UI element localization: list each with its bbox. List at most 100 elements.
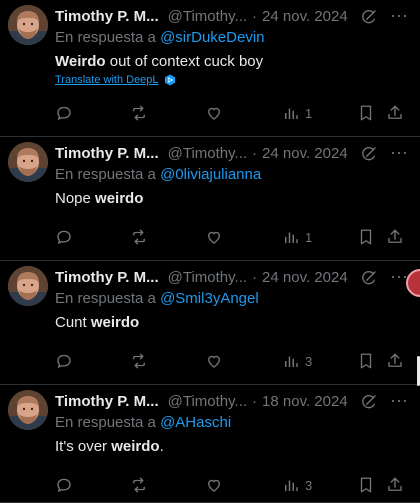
tweet-actions: 3 bbox=[0, 475, 420, 497]
views-count: 1 bbox=[305, 229, 313, 245]
tweet-text: Nope weirdo bbox=[55, 190, 143, 207]
like-button[interactable] bbox=[205, 103, 223, 123]
share-button[interactable] bbox=[386, 227, 404, 247]
reply-mention-link[interactable]: @sirDukeDevin bbox=[160, 29, 264, 46]
like-icon bbox=[205, 476, 223, 494]
repost-button[interactable] bbox=[130, 475, 148, 495]
tweet-header: Timothy P. M... @Timothy... · 18 nov. 2024 ·… bbox=[55, 391, 420, 411]
reply-context: En respuesta a @Smil3yAngel bbox=[55, 290, 259, 307]
avatar[interactable] bbox=[8, 390, 48, 430]
views-button[interactable]: 1 bbox=[282, 227, 312, 247]
tweet-actions: 3 bbox=[0, 351, 420, 373]
author-name[interactable]: Timothy P. M... bbox=[55, 8, 159, 25]
more-icon[interactable]: ··· bbox=[386, 143, 412, 163]
author-handle[interactable]: @Timothy... bbox=[168, 8, 247, 25]
tweet[interactable]: Timothy P. M... @Timothy... · 24 nov. 2024 ·… bbox=[0, 261, 420, 385]
views-button[interactable]: 3 bbox=[282, 351, 312, 371]
bookmark-button[interactable] bbox=[357, 351, 375, 371]
reply-button[interactable] bbox=[55, 227, 73, 247]
tweet-text-segment: weirdo bbox=[90, 314, 140, 331]
reply-button[interactable] bbox=[55, 103, 73, 123]
translate-link[interactable]: Translate with DeepL bbox=[55, 74, 176, 86]
grok-icon[interactable] bbox=[360, 145, 378, 163]
reply-button[interactable] bbox=[55, 475, 73, 495]
author-name[interactable]: Timothy P. M... bbox=[55, 145, 159, 162]
post-date[interactable]: 24 nov. 2024 bbox=[262, 8, 348, 25]
tweet-text-segment: Cunt bbox=[55, 314, 91, 331]
deepl-icon bbox=[164, 74, 176, 86]
tweet-text-segment: Nope bbox=[55, 190, 96, 207]
avatar[interactable] bbox=[8, 142, 48, 182]
bookmark-button[interactable] bbox=[357, 103, 375, 123]
repost-icon bbox=[130, 104, 148, 122]
avatar[interactable] bbox=[8, 266, 48, 306]
bookmark-button[interactable] bbox=[357, 227, 375, 247]
views-icon bbox=[282, 228, 300, 246]
post-date[interactable]: 24 nov. 2024 bbox=[262, 269, 348, 286]
share-icon bbox=[386, 228, 404, 246]
reply-mention-link[interactable]: @Smil3yAngel bbox=[160, 290, 259, 307]
more-icon[interactable]: ··· bbox=[386, 6, 412, 26]
like-button[interactable] bbox=[205, 475, 223, 495]
tweet-text-segment: weirdo bbox=[111, 438, 160, 455]
repost-icon bbox=[130, 228, 148, 246]
author-handle[interactable]: @Timothy... bbox=[168, 269, 247, 286]
tweet[interactable]: Timothy P. M... @Timothy... · 24 nov. 2024 ·… bbox=[0, 137, 420, 261]
grok-icon[interactable] bbox=[360, 269, 378, 287]
tweet-header: Timothy P. M... @Timothy... · 24 nov. 2024 ·… bbox=[55, 6, 420, 26]
post-date[interactable]: 24 nov. 2024 bbox=[262, 145, 348, 162]
tweet-text-segment: weirdo bbox=[95, 190, 144, 207]
views-button[interactable]: 1 bbox=[282, 103, 312, 123]
tweet-text-segment: Weirdo bbox=[55, 53, 106, 70]
share-button[interactable] bbox=[386, 475, 404, 495]
tweet-text-segment: It's over bbox=[55, 438, 112, 455]
tweet[interactable]: Timothy P. M... @Timothy... · 18 nov. 2024 ·… bbox=[0, 385, 420, 503]
reply-mention-link[interactable]: @0liviajulianna bbox=[160, 166, 261, 183]
views-button[interactable]: 3 bbox=[282, 475, 312, 495]
views-count: 3 bbox=[305, 353, 313, 369]
bookmark-button[interactable] bbox=[357, 475, 375, 495]
share-button[interactable] bbox=[386, 351, 404, 371]
like-icon bbox=[205, 228, 223, 246]
like-button[interactable] bbox=[205, 227, 223, 247]
separator-dot: · bbox=[252, 7, 258, 25]
separator-dot: · bbox=[252, 392, 258, 410]
share-button[interactable] bbox=[386, 103, 404, 123]
more-icon[interactable]: ··· bbox=[386, 391, 412, 411]
grok-icon[interactable] bbox=[360, 393, 378, 411]
repost-icon bbox=[130, 352, 148, 370]
reply-button[interactable] bbox=[55, 351, 73, 371]
reply-prefix: En respuesta a bbox=[55, 290, 156, 307]
views-icon bbox=[282, 104, 300, 122]
author-handle[interactable]: @Timothy... bbox=[168, 393, 247, 410]
repost-button[interactable] bbox=[130, 103, 148, 123]
views-count: 3 bbox=[305, 477, 313, 493]
reply-icon bbox=[55, 352, 73, 370]
separator-dot: · bbox=[252, 144, 258, 162]
tweet-header: Timothy P. M... @Timothy... · 24 nov. 2024 ·… bbox=[55, 267, 420, 287]
author-name[interactable]: Timothy P. M... bbox=[55, 269, 159, 286]
tweet-actions: 1 bbox=[0, 227, 420, 249]
repost-icon bbox=[130, 476, 148, 494]
like-icon bbox=[205, 104, 223, 122]
tweet-text-segment: out of context cuck boy bbox=[105, 53, 264, 70]
post-date[interactable]: 18 nov. 2024 bbox=[262, 393, 348, 410]
reply-prefix: En respuesta a bbox=[55, 166, 156, 183]
tweet[interactable]: Timothy P. M... @Timothy... · 24 nov. 2024 ·… bbox=[0, 0, 420, 137]
reply-icon bbox=[55, 476, 73, 494]
author-name[interactable]: Timothy P. M... bbox=[55, 393, 159, 410]
tweet-text: Cunt weirdo bbox=[55, 314, 139, 331]
reply-mention-link[interactable]: @AHaschi bbox=[160, 414, 231, 431]
like-button[interactable] bbox=[205, 351, 223, 371]
translate-label[interactable]: Translate with DeepL bbox=[55, 74, 159, 86]
repost-button[interactable] bbox=[130, 227, 148, 247]
views-count: 1 bbox=[305, 105, 313, 121]
tweet-text-segment: . bbox=[159, 438, 164, 455]
bookmark-icon bbox=[357, 228, 375, 246]
grok-icon[interactable] bbox=[360, 8, 378, 26]
repost-button[interactable] bbox=[130, 351, 148, 371]
author-handle[interactable]: @Timothy... bbox=[168, 145, 247, 162]
avatar[interactable] bbox=[8, 5, 48, 45]
tweet-header: Timothy P. M... @Timothy... · 24 nov. 2024 ·… bbox=[55, 143, 420, 163]
share-icon bbox=[386, 104, 404, 122]
